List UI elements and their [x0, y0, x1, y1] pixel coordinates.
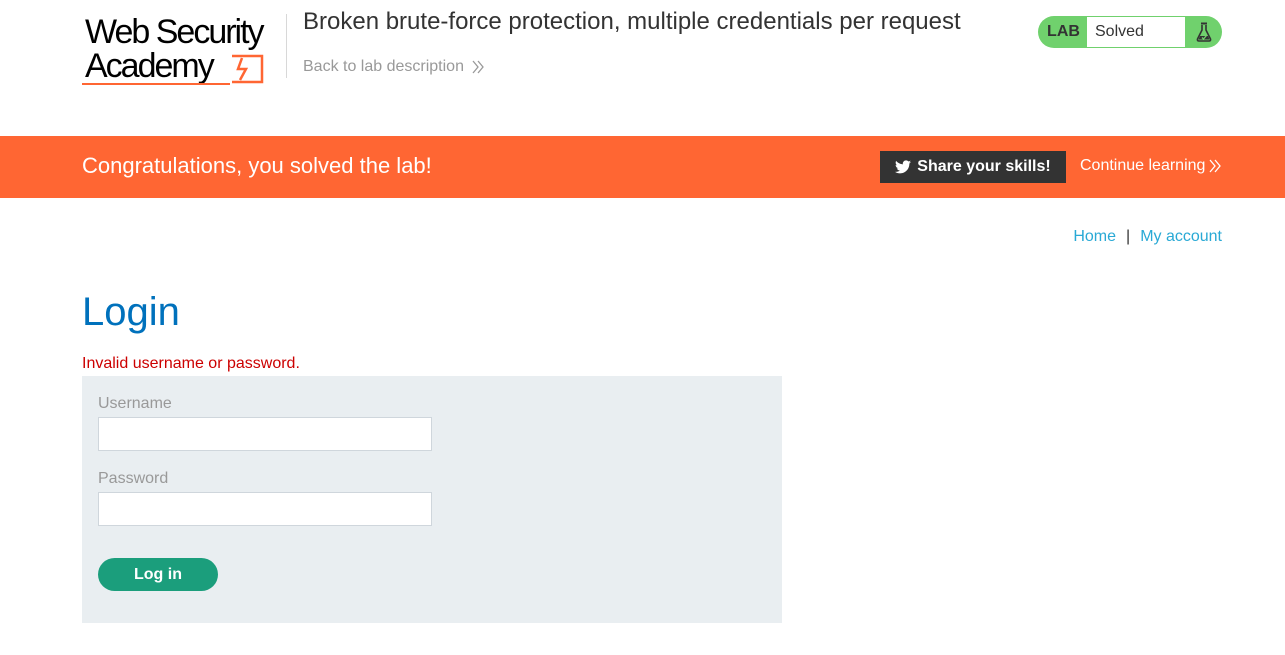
login-error-message: Invalid username or password. — [82, 355, 300, 372]
flask-icon — [1185, 22, 1222, 42]
lab-title: Broken brute-force protection, multiple … — [303, 8, 961, 35]
logo-divider — [286, 14, 287, 78]
page-header: Web Security Academy Broken brute-force … — [0, 0, 1285, 136]
share-skills-label: Share your skills! — [917, 158, 1051, 175]
nav-separator: | — [1126, 228, 1131, 245]
web-security-academy-logo[interactable]: Web Security Academy — [82, 12, 284, 88]
solved-banner: Congratulations, you solved the lab! Sha… — [0, 136, 1285, 198]
logo-text-line1: Web Security — [85, 13, 265, 51]
my-account-link[interactable]: My account — [1140, 228, 1222, 246]
double-chevron-right-icon — [1209, 159, 1222, 173]
login-button[interactable]: Log in — [98, 558, 218, 591]
share-skills-button[interactable]: Share your skills! — [880, 151, 1066, 183]
double-chevron-right-icon — [472, 60, 484, 74]
login-form: Username Password Log in — [82, 376, 782, 623]
logo-text-line2: Academy — [85, 47, 215, 85]
top-nav: Home | My account — [1073, 228, 1222, 246]
twitter-bird-icon — [895, 160, 912, 174]
lab-status-widget: LAB Solved — [1038, 16, 1222, 48]
continue-learning-label: Continue learning — [1080, 157, 1206, 174]
password-label: Password — [98, 470, 169, 487]
page-title: Login — [82, 290, 180, 334]
username-label: Username — [98, 395, 172, 412]
continue-learning-link[interactable]: Continue learning — [1080, 157, 1222, 175]
password-input[interactable] — [98, 492, 432, 526]
back-to-lab-description-link[interactable]: Back to lab description — [303, 58, 484, 76]
back-link-label: Back to lab description — [303, 58, 464, 75]
home-link[interactable]: Home — [1073, 228, 1116, 246]
username-input[interactable] — [98, 417, 432, 451]
solved-message: Congratulations, you solved the lab! — [82, 153, 432, 178]
lab-badge-label: LAB — [1047, 23, 1080, 40]
lab-status-text: Solved — [1087, 17, 1185, 47]
